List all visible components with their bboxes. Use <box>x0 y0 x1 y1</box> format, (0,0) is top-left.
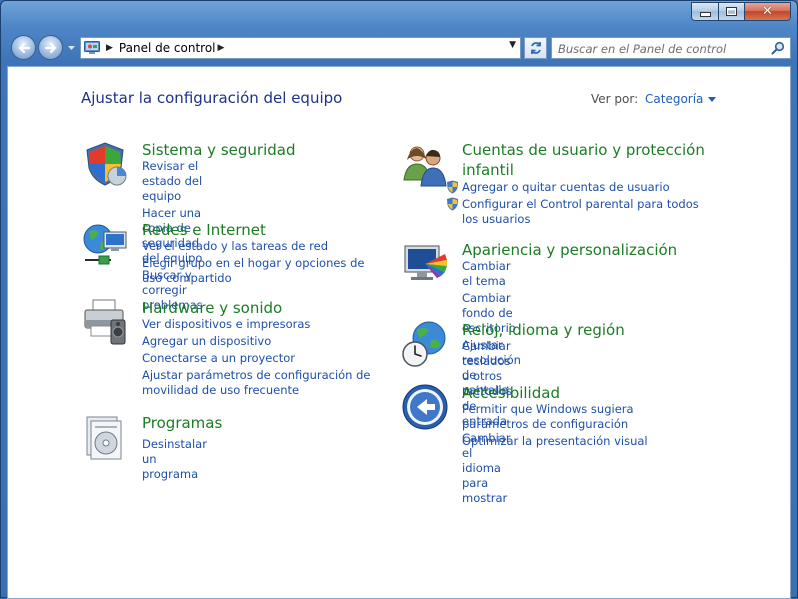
link-network-status[interactable]: Ver el estado y las tareas de red <box>142 239 382 254</box>
search-icon[interactable] <box>771 41 785 55</box>
search-box <box>551 37 791 59</box>
category-links: Ver el estado y las tareas de red Elegir… <box>142 239 382 288</box>
category-title[interactable]: Apariencia y personalización <box>462 240 677 260</box>
close-icon: ✕ <box>762 4 773 19</box>
maximize-button[interactable] <box>718 2 744 21</box>
category-links: Ver dispositivos e impresoras Agregar un… <box>142 317 382 400</box>
link-check-status[interactable]: Revisar el estado del equipo <box>142 159 203 204</box>
view-by-label: Ver por: <box>591 92 639 106</box>
link-uninstall-program[interactable]: Desinstalar un programa <box>142 437 207 482</box>
uac-shield-icon <box>447 197 458 211</box>
refresh-button[interactable] <box>524 37 547 59</box>
link-add-device[interactable]: Agregar un dispositivo <box>142 334 382 349</box>
breadcrumb-control-panel[interactable]: Panel de control <box>119 41 216 55</box>
search-input[interactable] <box>558 40 768 58</box>
link-homegroup[interactable]: Elegir grupo en el hogar y opciones de u… <box>142 256 382 286</box>
caption-buttons: ✕ <box>691 2 791 21</box>
back-arrow-icon <box>17 42 30 53</box>
link-label[interactable]: Configurar el Control parental para todo… <box>462 197 699 226</box>
category-links: Permitir que Windows sugiera parámetros … <box>462 402 702 451</box>
link-label[interactable]: Agregar o quitar cuentas de usuario <box>462 180 670 194</box>
content-area: Ajustar la configuración del equipo Ver … <box>7 66 791 599</box>
link-devices-printers[interactable]: Ver dispositivos e impresoras <box>142 317 382 332</box>
printer-speaker-icon <box>84 299 126 345</box>
address-dropdown-button[interactable]: ▼ <box>509 40 516 50</box>
maximize-icon <box>726 7 737 16</box>
forward-arrow-icon <box>44 42 57 53</box>
minimize-icon <box>699 12 711 17</box>
category-links: Agregar o quitar cuentas de usuario Conf… <box>447 180 702 229</box>
window-frame: ✕ ▶ Panel de control ▶ ▼ Buscar en el Pa… <box>0 0 798 599</box>
control-panel-icon <box>84 41 100 54</box>
category-title[interactable]: Programas <box>142 413 222 433</box>
category-title[interactable]: Cuentas de usuario y protección infantil <box>462 140 722 180</box>
address-bar[interactable]: ▶ Panel de control ▶ ▼ <box>80 37 521 59</box>
chevron-down-icon[interactable] <box>708 96 717 102</box>
view-by-dropdown[interactable]: Categoría <box>645 92 717 106</box>
refresh-icon <box>530 42 541 54</box>
category-title[interactable]: Reloj, idioma y región <box>462 320 625 340</box>
category-links: Desinstalar un programa <box>142 437 207 484</box>
link-windows-suggest-settings[interactable]: Permitir que Windows sugiera parámetros … <box>462 402 702 432</box>
link-change-theme[interactable]: Cambiar el tema <box>462 259 521 289</box>
link-parental-control[interactable]: Configurar el Control parental para todo… <box>446 197 702 227</box>
breadcrumb-separator[interactable]: ▶ <box>106 43 113 53</box>
programs-icon <box>86 416 122 460</box>
link-projector[interactable]: Conectarse a un proyector <box>142 351 382 366</box>
minimize-button[interactable] <box>691 2 718 21</box>
network-globe-icon <box>83 224 127 265</box>
accessibility-icon <box>402 384 448 430</box>
category-title[interactable]: Redes e Internet <box>142 220 266 240</box>
close-button[interactable]: ✕ <box>744 2 791 21</box>
breadcrumb-separator[interactable]: ▶ <box>218 43 225 53</box>
back-button[interactable] <box>11 35 36 60</box>
navigation-bar: ▶ Panel de control ▶ ▼ <box>9 34 791 62</box>
uac-shield-icon <box>447 180 458 194</box>
category-title[interactable]: Accesibilidad <box>462 383 560 403</box>
users-icon <box>403 146 447 187</box>
clock-globe-icon <box>402 321 446 367</box>
forward-button[interactable] <box>38 35 63 60</box>
page-title: Ajustar la configuración del equipo <box>81 89 343 107</box>
view-by-value[interactable]: Categoría <box>645 92 703 106</box>
recent-pages-button[interactable] <box>66 43 76 53</box>
link-mobility-settings[interactable]: Ajustar parámetros de configuración de m… <box>142 368 382 398</box>
link-add-remove-accounts[interactable]: Agregar o quitar cuentas de usuario <box>446 180 702 195</box>
shield-icon <box>86 142 127 186</box>
chevron-down-icon <box>67 45 75 50</box>
category-title[interactable]: Hardware y sonido <box>142 298 282 318</box>
category-title[interactable]: Sistema y seguridad <box>142 140 295 160</box>
monitor-palette-icon <box>404 245 447 280</box>
link-optimize-visual-display[interactable]: Optimizar la presentación visual <box>462 434 702 449</box>
